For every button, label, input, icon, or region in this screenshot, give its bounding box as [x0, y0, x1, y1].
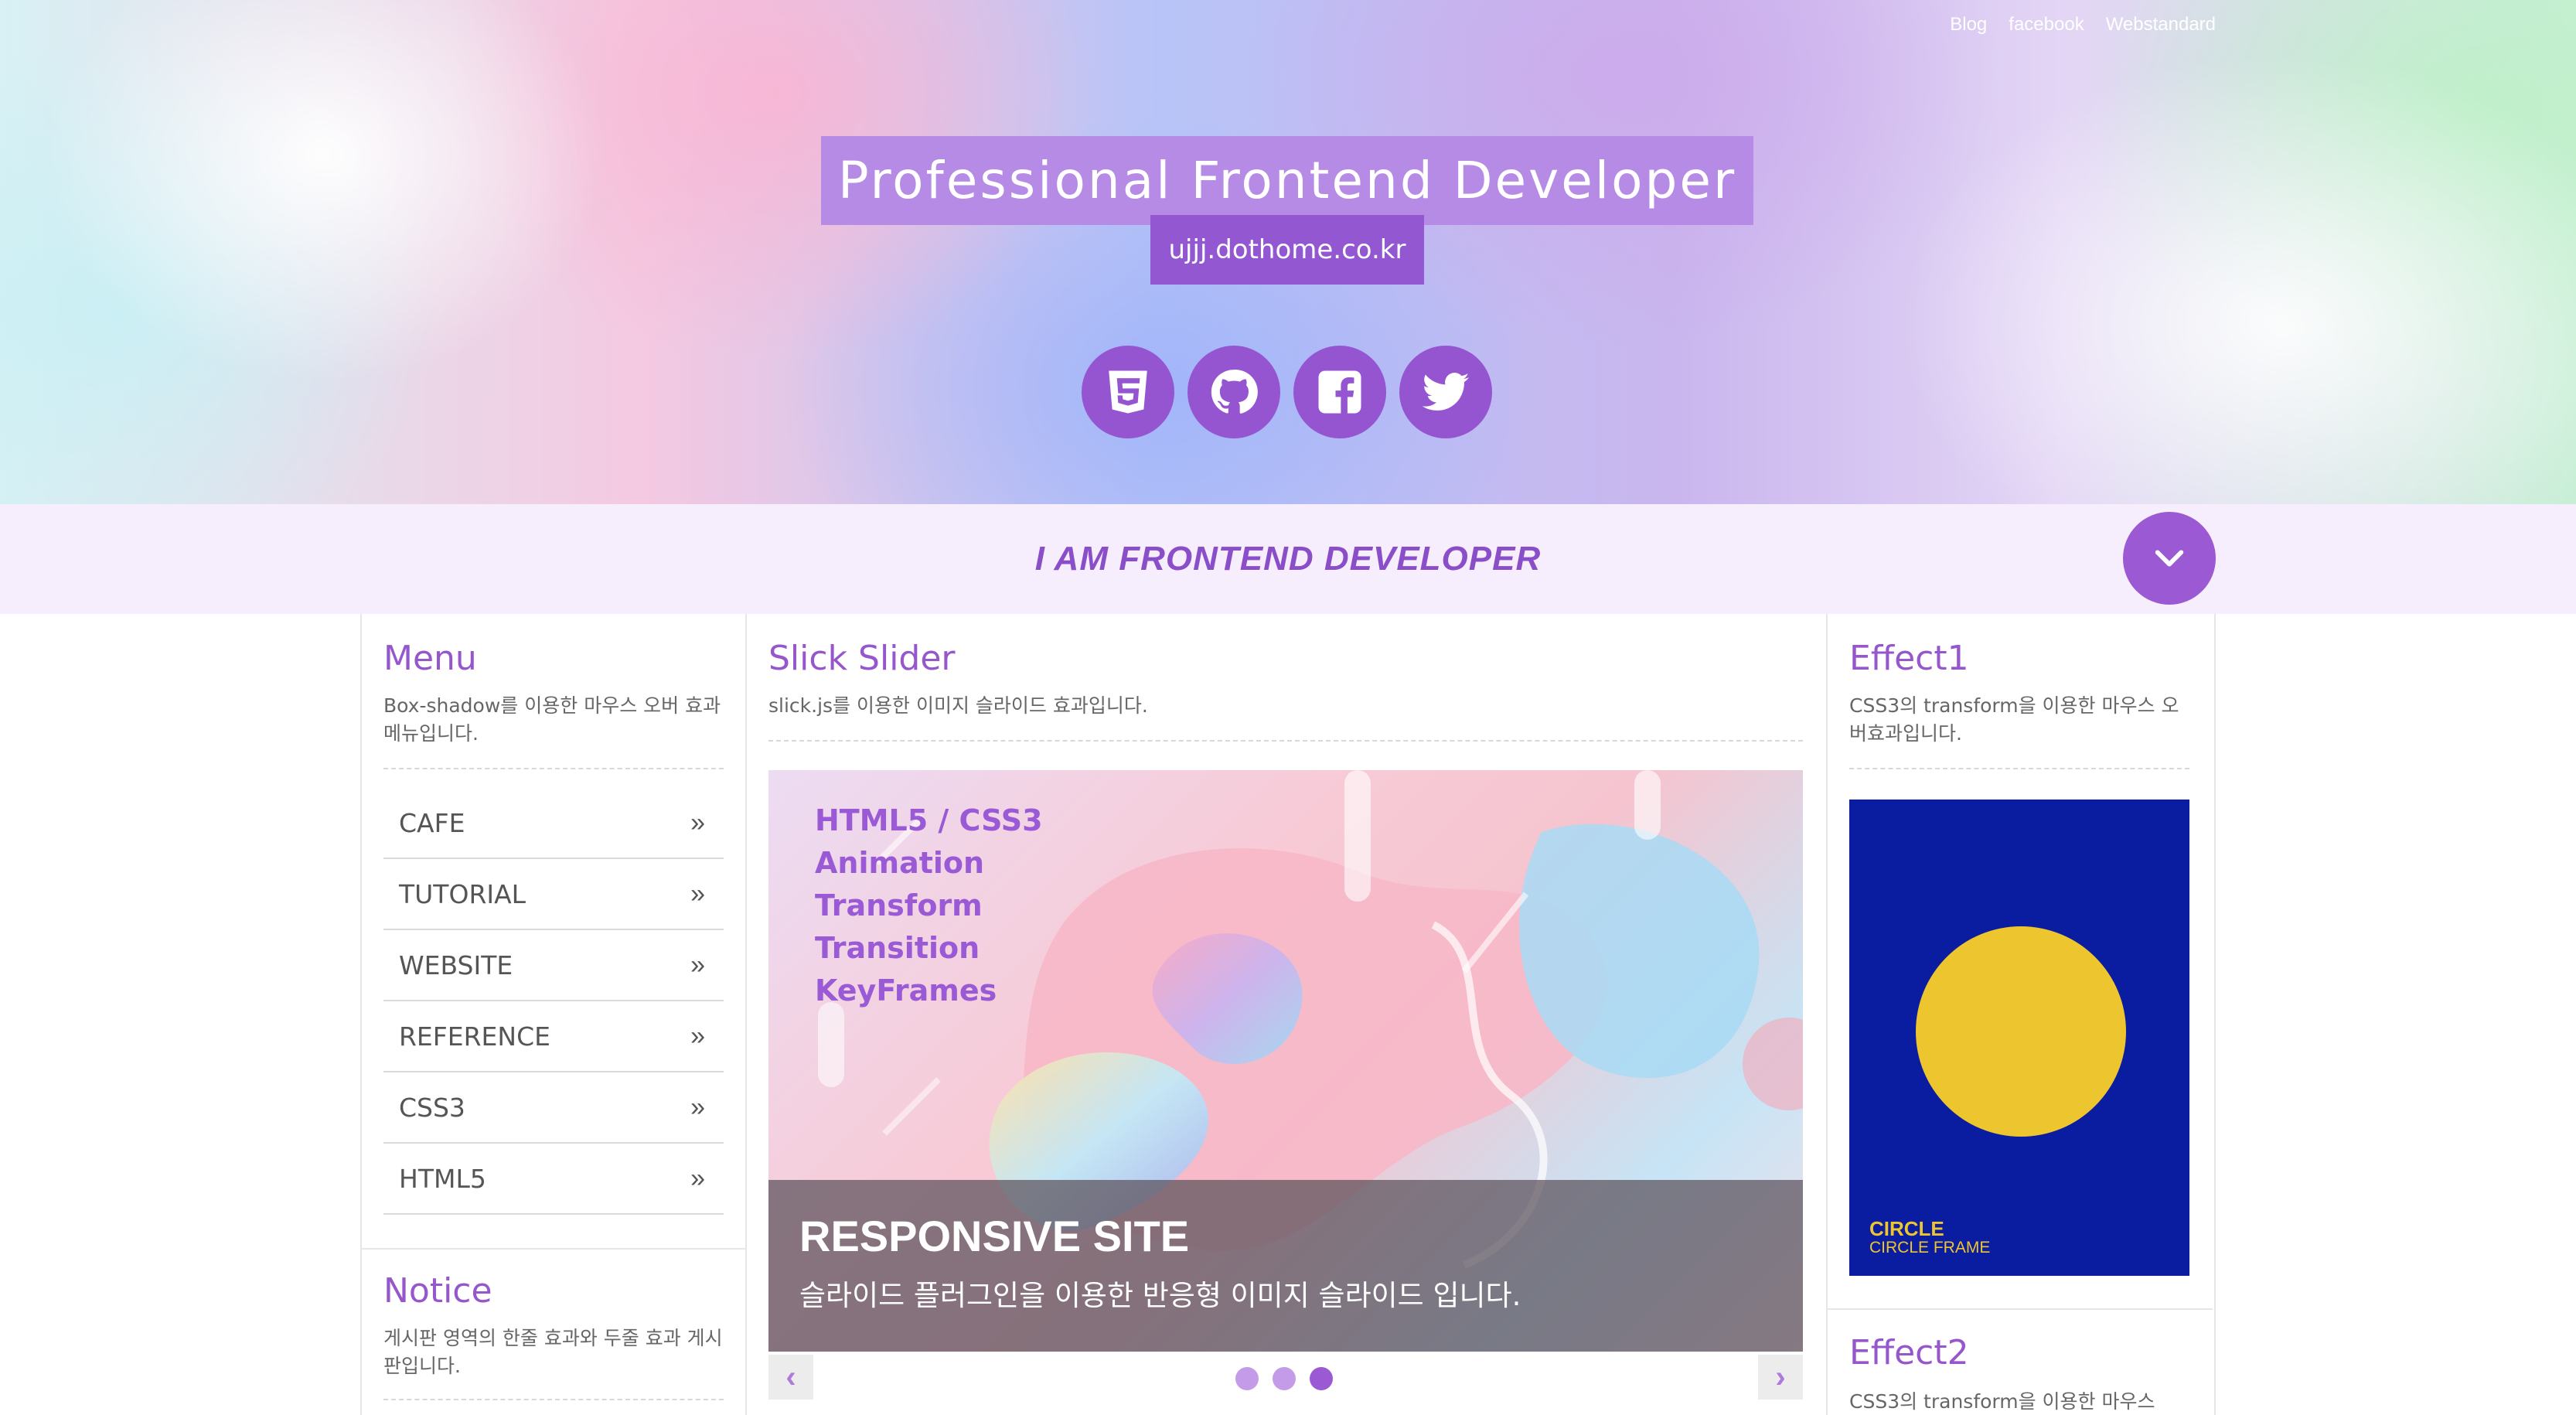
- slider-prev-button[interactable]: ‹: [768, 1355, 813, 1400]
- slide-line: KeyFrames: [815, 973, 997, 1008]
- slide-caption: RESPONSIVE SITE 슬라이드 플러그인을 이용한 반응형 이미지 슬…: [768, 1180, 1803, 1352]
- slide-feature-list: HTML5 / CSS3 Animation Transform Transit…: [815, 800, 1043, 1012]
- chevron-right-icon: ›: [1775, 1359, 1786, 1394]
- site-title-box: Professional Frontend Developer: [821, 136, 1753, 225]
- section-separator: [362, 1248, 745, 1250]
- slide-line: Transform: [815, 888, 983, 922]
- effect1-title: Effect1: [1849, 639, 1969, 678]
- chevron-down-icon: [2155, 550, 2184, 567]
- html5-button[interactable]: [1082, 346, 1174, 438]
- social-icons: [1082, 346, 1492, 438]
- effect2-desc: CSS3의 transform을 이용한 마우스: [1849, 1390, 2155, 1413]
- menu-item-tutorial[interactable]: TUTORIAL »: [383, 859, 724, 930]
- image-slider[interactable]: HTML5 / CSS3 Animation Transform Transit…: [768, 770, 1803, 1352]
- menu-item-label: CAFE: [399, 807, 465, 838]
- slider-next-button[interactable]: ›: [1758, 1355, 1803, 1400]
- slide-line: HTML5 / CSS3: [815, 803, 1043, 837]
- chevron-left-icon: ‹: [785, 1359, 796, 1394]
- menu-item-html5[interactable]: HTML5 »: [383, 1144, 724, 1215]
- divider: [1849, 768, 2189, 769]
- effect1-desc: CSS3의 transform을 이용한 마우스 오버효과입니다.: [1849, 694, 2179, 745]
- blog-link[interactable]: Blog: [1950, 14, 1987, 36]
- site-url-box[interactable]: ujjj.dothome.co.kr: [1150, 215, 1424, 285]
- github-button[interactable]: [1187, 346, 1280, 438]
- notice-section: Notice 게시판 영역의 한줄 효과와 두줄 효과 게시판입니다.: [383, 1271, 724, 1400]
- double-chevron-right-icon: »: [690, 1092, 705, 1122]
- effect2-title: Effect2: [1849, 1333, 1969, 1372]
- middle-column: Slick Slider slick.js를 이용한 이미지 슬라이드 효과입니…: [747, 614, 1828, 1415]
- site-url: ujjj.dothome.co.kr: [1168, 234, 1406, 265]
- notice-desc: 게시판 영역의 한줄 효과와 두줄 효과 게시판입니다.: [383, 1327, 723, 1377]
- menu-item-reference[interactable]: REFERENCE »: [383, 1001, 724, 1072]
- facebook-link[interactable]: facebook: [2009, 14, 2084, 36]
- slider-desc: slick.js를 이용한 이미지 슬라이드 효과입니다.: [768, 694, 1148, 717]
- menu-item-label: TUTORIAL: [399, 878, 526, 909]
- effect2-section: Effect2 CSS3의 transform을 이용한 마우스: [1849, 1333, 2189, 1415]
- poster-subtitle: CIRCLE FRAME: [1869, 1239, 1991, 1256]
- webstandard-link[interactable]: Webstandard: [2106, 14, 2216, 36]
- section-separator: [1828, 1308, 2213, 1310]
- facebook-icon: [1318, 370, 1361, 414]
- double-chevron-right-icon: »: [690, 950, 705, 980]
- menu-section: Menu Box-shadow를 이용한 마우스 오버 효과 메뉴입니다. CA…: [383, 639, 724, 1215]
- slide-line: Transition: [815, 931, 980, 965]
- slider-dot[interactable]: [1235, 1367, 1259, 1390]
- double-chevron-right-icon: »: [690, 1021, 705, 1051]
- twitter-button[interactable]: [1399, 346, 1492, 438]
- caption-desc: 슬라이드 플러그인을 이용한 반응형 이미지 슬라이드 입니다.: [799, 1279, 1521, 1312]
- slider-dots: [1235, 1367, 1333, 1390]
- double-chevron-right-icon: »: [690, 1163, 705, 1193]
- notice-title: Notice: [383, 1271, 492, 1311]
- html5-icon: [1109, 370, 1147, 414]
- slider-dot[interactable]: [1273, 1367, 1296, 1390]
- menu-list: CAFE » TUTORIAL » WEBSITE » REFERENCE » …: [383, 788, 724, 1215]
- effect1-section: Effect1 CSS3의 transform을 이용한 마우스 오버효과입니다…: [1849, 639, 2189, 769]
- menu-item-cafe[interactable]: CAFE »: [383, 788, 724, 859]
- top-nav: Blog facebook Webstandard: [1950, 14, 2216, 36]
- right-column: Effect1 CSS3의 transform을 이용한 마우스 오버효과입니다…: [1828, 614, 2216, 1415]
- menu-item-label: CSS3: [399, 1092, 465, 1123]
- facebook-button[interactable]: [1293, 346, 1386, 438]
- slide-line: Animation: [815, 846, 985, 880]
- site-title: Professional Frontend Developer: [837, 151, 1737, 210]
- circle-poster[interactable]: CIRCLE CIRCLE FRAME: [1849, 800, 2189, 1276]
- slider-dot-active[interactable]: [1310, 1367, 1333, 1390]
- menu-item-label: REFERENCE: [399, 1021, 550, 1052]
- menu-item-label: HTML5: [399, 1163, 486, 1194]
- menu-title: Menu: [383, 639, 477, 678]
- github-icon: [1211, 370, 1258, 414]
- menu-item-website[interactable]: WEBSITE »: [383, 930, 724, 1001]
- double-chevron-right-icon: »: [690, 807, 705, 837]
- left-column: Menu Box-shadow를 이용한 마우스 오버 효과 메뉴입니다. CA…: [360, 614, 747, 1415]
- menu-item-label: WEBSITE: [399, 950, 513, 980]
- divider: [383, 1399, 724, 1400]
- poster-title: CIRCLE: [1869, 1217, 1944, 1240]
- slider-title: Slick Slider: [768, 639, 956, 678]
- double-chevron-right-icon: »: [690, 878, 705, 909]
- menu-item-css3[interactable]: CSS3 »: [383, 1072, 724, 1144]
- tagline: I AM FRONTEND DEVELOPER: [1034, 540, 1542, 578]
- twitter-icon: [1422, 373, 1470, 411]
- menu-desc: Box-shadow를 이용한 마우스 오버 효과 메뉴입니다.: [383, 694, 721, 745]
- scroll-down-button[interactable]: [2123, 512, 2216, 605]
- divider: [383, 768, 724, 769]
- yellow-circle: [1916, 926, 2126, 1137]
- slider-header: Slick Slider slick.js를 이용한 이미지 슬라이드 효과입니…: [768, 639, 1803, 742]
- header-hero: Blog facebook Webstandard Professional F…: [0, 0, 2576, 504]
- caption-title: RESPONSIVE SITE: [799, 1212, 1190, 1260]
- divider: [768, 740, 1803, 742]
